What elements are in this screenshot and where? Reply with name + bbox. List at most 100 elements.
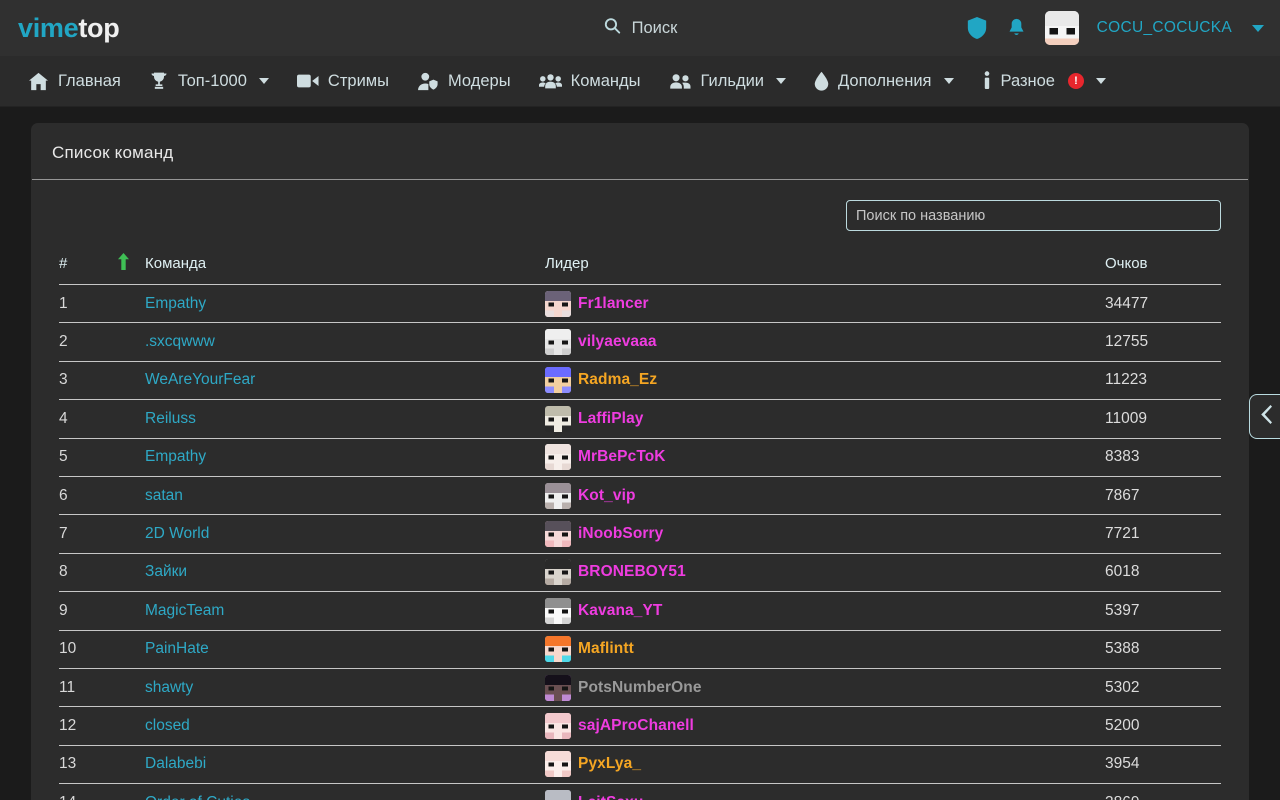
avatar[interactable]	[1044, 11, 1079, 45]
team-link[interactable]: Reiluss	[145, 410, 196, 427]
team-link[interactable]: PainHate	[145, 640, 209, 657]
team-link[interactable]: Empathy	[145, 295, 206, 312]
cell-rank: 11	[59, 668, 117, 708]
leader-link[interactable]: Kavana_YT	[545, 597, 1105, 624]
cell-points: 7721	[1105, 514, 1221, 554]
table-row: 1 Empathy Fr1lancer 34477	[59, 284, 1221, 324]
cell-leader: Radma_Ez	[545, 361, 1105, 401]
chevron-down-icon[interactable]	[1252, 24, 1264, 32]
nav-item-home[interactable]: Главная	[14, 56, 135, 107]
cell-team: MagicTeam	[145, 591, 545, 631]
cell-points: 7867	[1105, 476, 1221, 516]
team-link[interactable]: satan	[145, 487, 183, 504]
sort-indicator-cell[interactable]	[117, 253, 145, 285]
team-link[interactable]: closed	[145, 717, 190, 734]
global-search[interactable]: Поиск	[603, 16, 677, 40]
team-link[interactable]: Order of Cuties	[145, 794, 250, 800]
search-input[interactable]	[846, 200, 1221, 231]
nav-item-moders[interactable]: Модеры	[403, 56, 525, 107]
leader-link[interactable]: Kot_vip	[545, 482, 1105, 509]
cell-points: 5388	[1105, 630, 1221, 669]
nav-item-guilds[interactable]: Гильдии	[655, 56, 801, 107]
side-panel-toggle[interactable]	[1249, 394, 1280, 439]
nav-label: Топ-1000	[177, 71, 247, 90]
cell-leader: BRONEBOY51	[545, 553, 1105, 593]
table-row: 5 Empathy MrBePcToK 8383	[59, 438, 1221, 477]
users-icon	[669, 73, 692, 90]
avatar	[545, 559, 571, 586]
team-link[interactable]: WeAreYourFear	[145, 371, 255, 388]
page-title: Список команд	[52, 143, 174, 162]
search-row	[59, 200, 1221, 231]
trophy-icon	[149, 71, 169, 91]
cell-spacer	[117, 706, 145, 746]
leader-link[interactable]: LeitSexu	[545, 789, 1105, 800]
leader-link[interactable]: LaffiPlay	[545, 405, 1105, 432]
nav-label: Стримы	[327, 71, 389, 90]
column-header-points[interactable]: Очков	[1105, 253, 1221, 285]
avatar	[545, 636, 571, 663]
nav-item-addons[interactable]: Дополнения	[800, 56, 967, 107]
team-link[interactable]: 2D World	[145, 525, 209, 542]
cell-team: Empathy	[145, 284, 545, 324]
team-link[interactable]: Зайки	[145, 563, 187, 580]
leader-link[interactable]: sajAProChanell	[545, 712, 1105, 739]
nav-item-teams[interactable]: Команды	[525, 56, 655, 107]
team-link[interactable]: Empathy	[145, 448, 206, 465]
shield-user-icon	[417, 72, 439, 91]
leader-name: sajAProChanell	[578, 716, 694, 734]
cell-team: Dalabebi	[145, 745, 545, 785]
cell-spacer	[117, 745, 145, 785]
teams-table: # Команда Лидер Очков 1 Empathy Fr1lancer 3…	[59, 253, 1221, 800]
team-link[interactable]: .sxcqwww	[145, 333, 215, 350]
cell-points: 8383	[1105, 438, 1221, 477]
cell-rank: 8	[59, 553, 117, 593]
leader-link[interactable]: Fr1lancer	[545, 290, 1105, 317]
cell-points: 11009	[1105, 399, 1221, 439]
leader-link[interactable]: Maflintt	[545, 636, 1105, 663]
avatar	[545, 751, 571, 778]
column-header-team[interactable]: Команда	[145, 253, 545, 285]
nav-item-top1000[interactable]: Топ-1000	[135, 56, 283, 107]
table-row: 12 closed sajAProChanell 5200	[59, 706, 1221, 746]
cell-spacer	[117, 553, 145, 593]
cell-leader: PotsNumberOne	[545, 668, 1105, 708]
leader-link[interactable]: BRONEBOY51	[545, 559, 1105, 586]
avatar	[545, 290, 571, 317]
leader-name: Radma_Ez	[578, 371, 658, 389]
cell-points: 3954	[1105, 745, 1221, 785]
shield-icon[interactable]	[966, 16, 988, 40]
site-logo[interactable]: vimetop	[18, 13, 120, 44]
leader-link[interactable]: vilyaevaaa	[545, 329, 1105, 356]
cell-spacer	[117, 668, 145, 708]
table-row: 13 Dalabebi PyxLya_ 3954	[59, 745, 1221, 785]
arrow-up-icon[interactable]	[117, 253, 130, 274]
leader-name: LaffiPlay	[578, 409, 644, 427]
leader-link[interactable]: MrBePcToK	[545, 444, 1105, 471]
nav-item-streams[interactable]: Стримы	[283, 56, 403, 107]
leader-link[interactable]: Radma_Ez	[545, 367, 1105, 394]
nav-item-misc[interactable]: Разное !	[968, 56, 1120, 107]
cell-team: .sxcqwww	[145, 322, 545, 362]
cell-leader: PyxLya_	[545, 745, 1105, 785]
cell-rank: 2	[59, 322, 117, 362]
team-link[interactable]: MagicTeam	[145, 602, 224, 619]
leader-link[interactable]: PyxLya_	[545, 751, 1105, 778]
leader-link[interactable]: iNoobSorry	[545, 521, 1105, 548]
cell-team: Order of Cuties	[145, 783, 545, 800]
cell-rank: 4	[59, 399, 117, 439]
team-link[interactable]: shawty	[145, 679, 193, 696]
column-header-leader[interactable]: Лидер	[545, 253, 1105, 285]
leader-link[interactable]: PotsNumberOne	[545, 674, 1105, 701]
table-row: 6 satan Kot_vip 7867	[59, 476, 1221, 516]
column-header-rank[interactable]: #	[59, 253, 117, 285]
leader-name: PyxLya_	[578, 755, 642, 773]
cell-points: 11223	[1105, 361, 1221, 401]
bell-icon[interactable]	[1006, 17, 1027, 40]
username-label[interactable]: COCU_COCUCKA	[1097, 19, 1232, 37]
leader-name: PotsNumberOne	[578, 678, 702, 696]
title-divider	[32, 179, 1248, 180]
cell-rank: 13	[59, 745, 117, 785]
avatar	[545, 405, 571, 432]
team-link[interactable]: Dalabebi	[145, 755, 206, 772]
